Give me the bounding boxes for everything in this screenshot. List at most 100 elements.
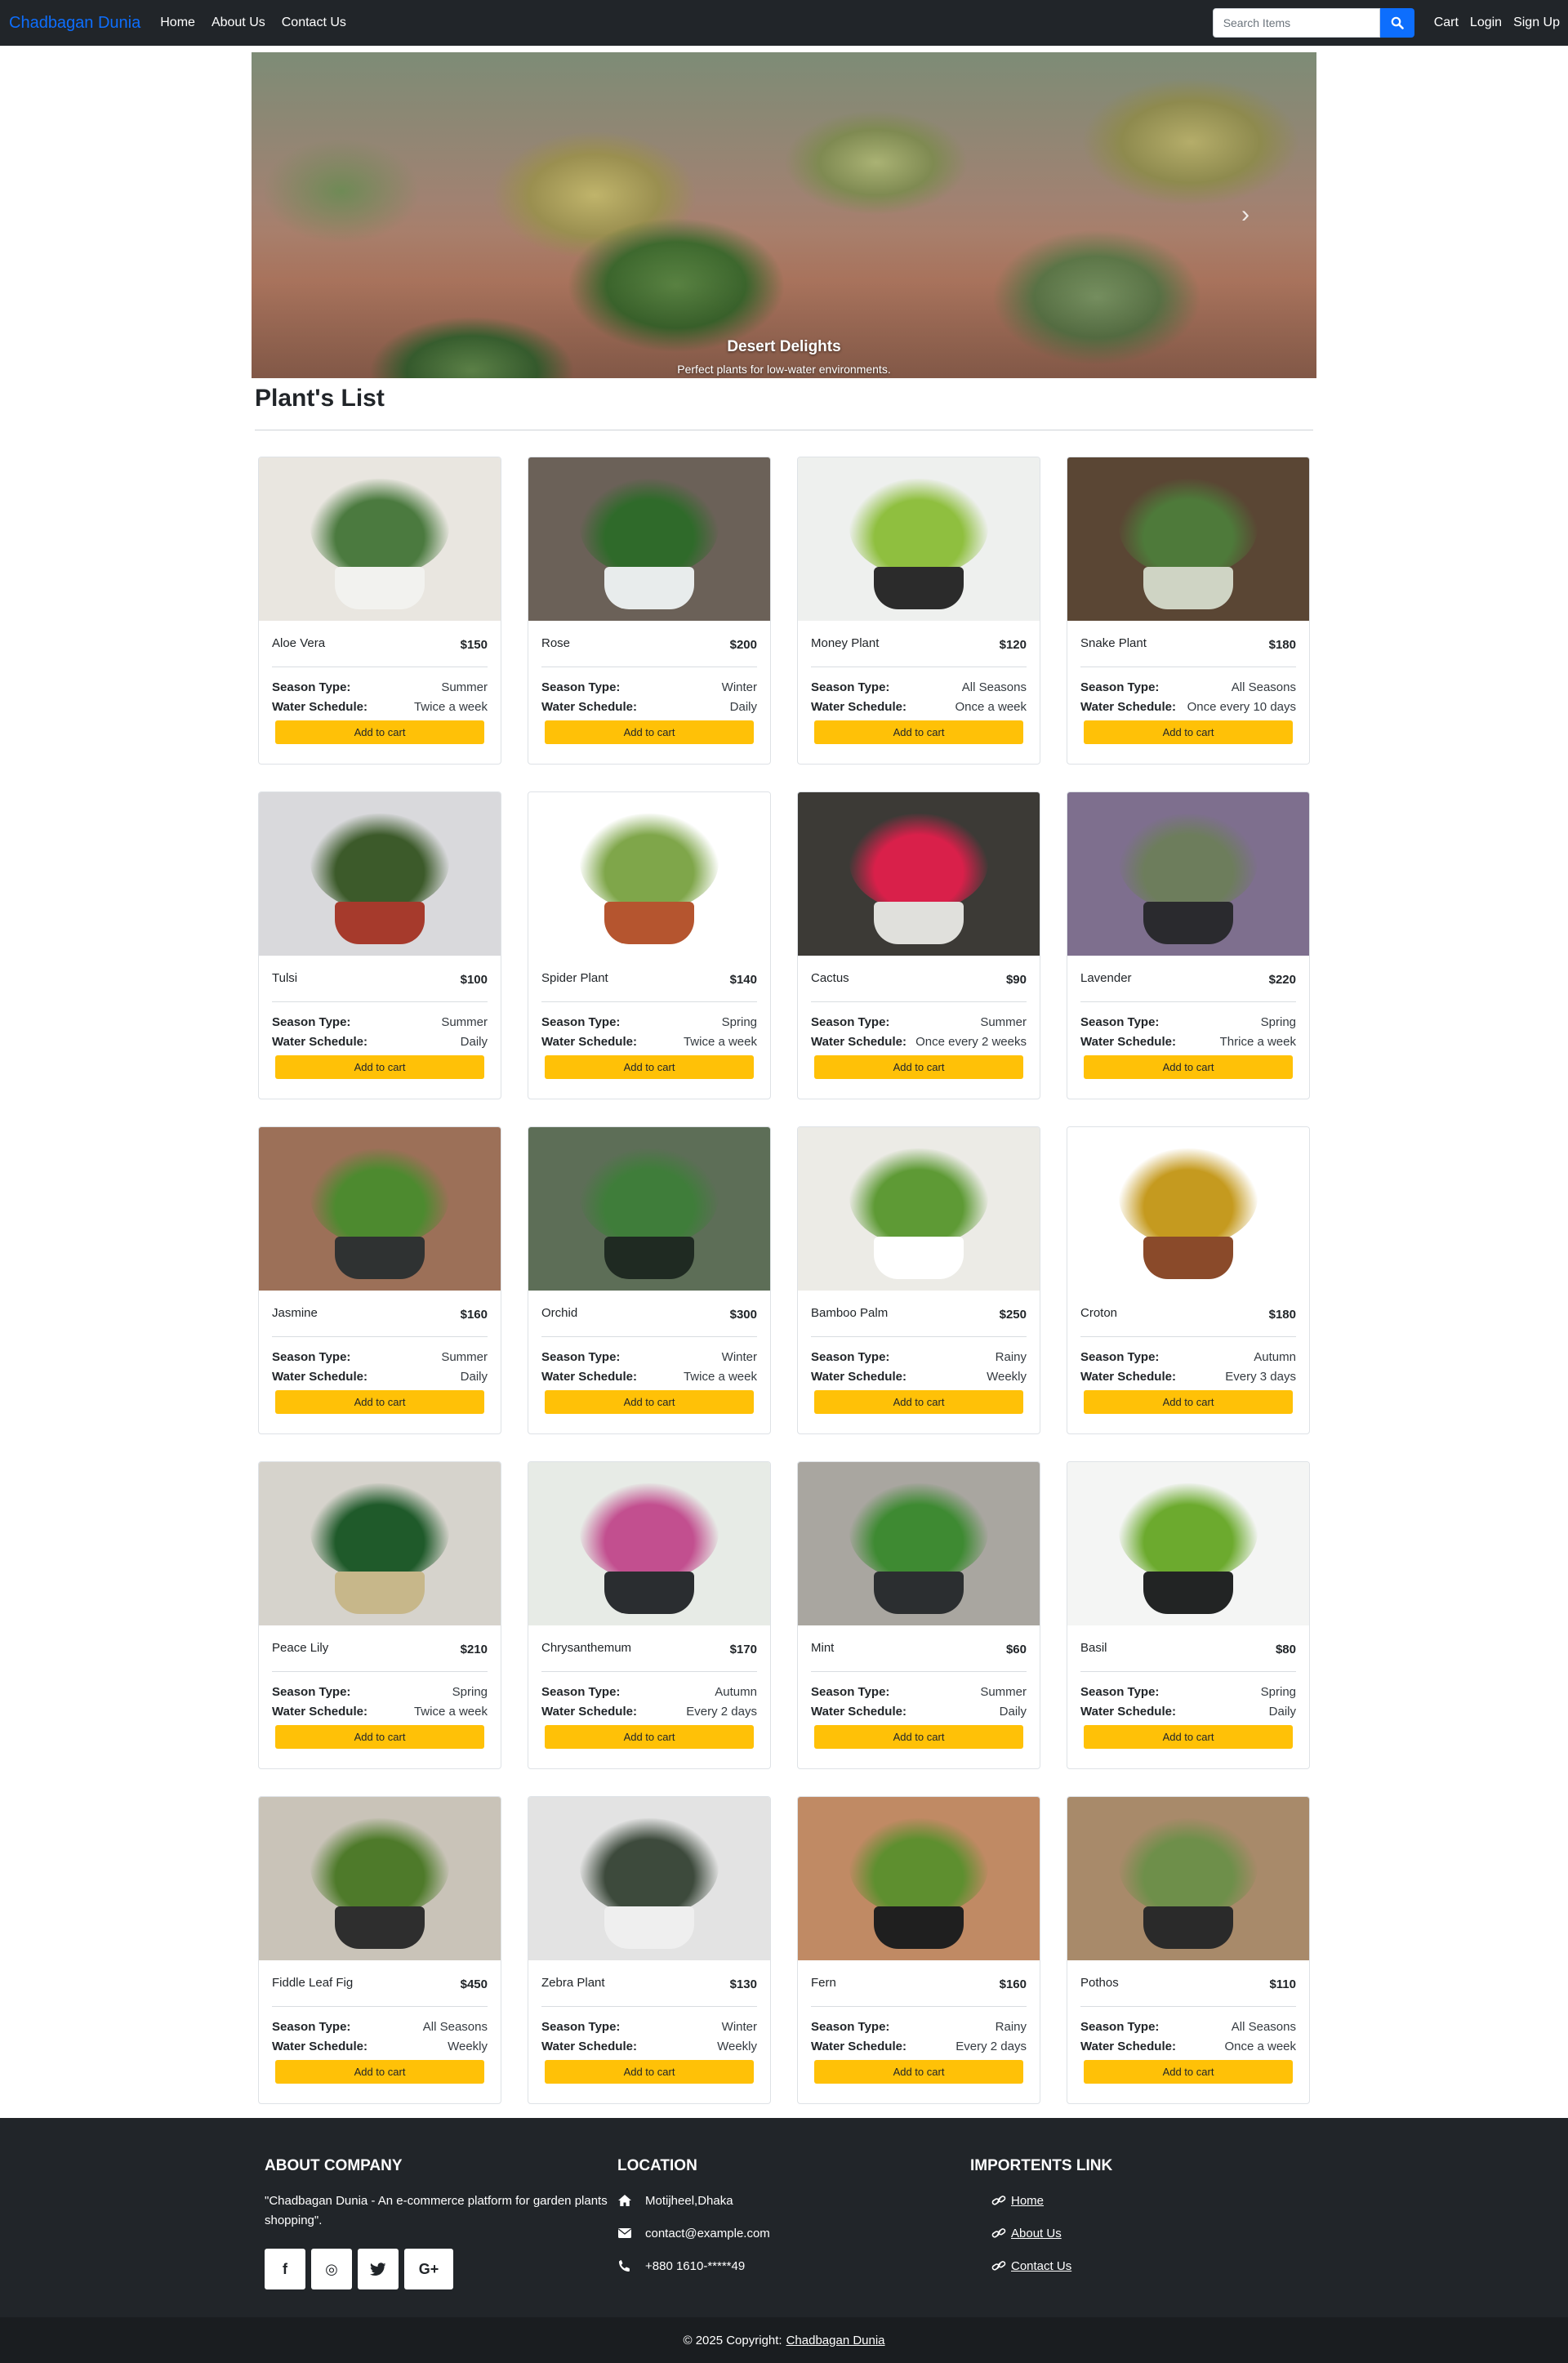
plant-foliage: [580, 1148, 719, 1246]
plant-card-body: Bamboo Palm $250 Season Type: Rainy Water Sc…: [798, 1291, 1040, 1387]
navbar: Chadbagan Dunia Home About Us Contact Us…: [0, 0, 1568, 46]
season-row: Season Type: Rainy: [811, 1348, 1027, 1367]
plant-card-grid: Aloe Vera $150 Season Type: Summer Water Sch…: [258, 457, 1310, 2104]
plant-pot: [874, 1906, 964, 1949]
plant-name: Tulsi: [272, 971, 298, 985]
plant-price: $80: [1275, 1643, 1296, 1656]
add-to-cart-button[interactable]: Add to cart: [275, 1390, 484, 1414]
add-to-cart-button[interactable]: Add to cart: [814, 720, 1023, 744]
add-to-cart-button[interactable]: Add to cart: [814, 1390, 1023, 1414]
plant-title-row: Bamboo Palm $250: [811, 1291, 1027, 1322]
plant-name: Chrysanthemum: [541, 1641, 632, 1655]
add-to-cart-button[interactable]: Add to cart: [275, 1055, 484, 1079]
plant-price: $160: [999, 1977, 1027, 1991]
plant-title-row: Basil $80: [1080, 1625, 1296, 1656]
add-to-cart-button[interactable]: Add to cart: [1084, 1390, 1293, 1414]
footer-about-text: "Chadbagan Dunia - An e-commerce platfor…: [265, 2194, 608, 2227]
add-to-cart-button[interactable]: Add to cart: [814, 1055, 1023, 1079]
plant-foliage: [1119, 1483, 1258, 1581]
add-to-cart-button[interactable]: Add to cart: [545, 1390, 754, 1414]
plant-pot: [874, 902, 964, 944]
add-to-cart-button[interactable]: Add to cart: [814, 1725, 1023, 1749]
plant-pot: [335, 1906, 425, 1949]
nav-link-signup[interactable]: Sign Up: [1513, 16, 1560, 30]
plant-title-row: Tulsi $100: [272, 956, 488, 987]
add-to-cart-button[interactable]: Add to cart: [545, 720, 754, 744]
add-to-cart-button[interactable]: Add to cart: [545, 1055, 754, 1079]
plant-title-row: Mint $60: [811, 1625, 1027, 1656]
plant-title-row: Aloe Vera $150: [272, 621, 488, 652]
twitter-icon[interactable]: [358, 2249, 399, 2289]
plant-name: Orchid: [541, 1306, 578, 1320]
footer-link-about-anchor[interactable]: About Us: [1011, 2227, 1062, 2240]
add-to-cart-button[interactable]: Add to cart: [814, 2060, 1023, 2084]
water-row: Water Schedule: Daily: [272, 1367, 488, 1387]
add-to-cart-button[interactable]: Add to cart: [1084, 1055, 1293, 1079]
plant-foliage: [1119, 1148, 1258, 1246]
plant-card-body: Croton $180 Season Type: Autumn Water Schedu…: [1067, 1291, 1309, 1387]
nav-link-home[interactable]: Home: [160, 16, 195, 30]
plant-name: Fiddle Leaf Fig: [272, 1976, 354, 1990]
plant-image: [259, 792, 501, 956]
nav-link-login[interactable]: Login: [1470, 16, 1502, 30]
plant-price: $120: [999, 638, 1027, 652]
water-row: Water Schedule: Once every 10 days: [1080, 698, 1296, 717]
google-plus-icon[interactable]: G+: [404, 2249, 453, 2289]
plant-pot: [1143, 1237, 1233, 1279]
plant-image: [259, 1462, 501, 1625]
plant-card-body: Money Plant $120 Season Type: All Seasons Wa…: [798, 621, 1040, 717]
phone-icon: [619, 2260, 630, 2272]
plant-card-body: Orchid $300 Season Type: Winter Water Schedu…: [528, 1291, 770, 1387]
copyright-link[interactable]: Chadbagan Dunia: [786, 2334, 885, 2347]
carousel-next-icon[interactable]: ›: [1241, 201, 1250, 229]
season-row: Season Type: All Seasons: [811, 678, 1027, 698]
plant-image: [259, 1127, 501, 1291]
add-to-cart-button[interactable]: Add to cart: [1084, 720, 1293, 744]
water-value: Twice a week: [413, 700, 488, 714]
dribbble-icon[interactable]: ◎: [311, 2249, 352, 2289]
search-button[interactable]: [1379, 8, 1414, 38]
footer-link-contact-anchor[interactable]: Contact Us: [1011, 2259, 1071, 2273]
season-label: Season Type:: [541, 680, 621, 694]
search-input[interactable]: [1212, 8, 1380, 38]
add-to-cart-button[interactable]: Add to cart: [545, 1725, 754, 1749]
plant-name: Money Plant: [811, 636, 880, 650]
season-value: Summer: [980, 1015, 1027, 1029]
nav-link-about[interactable]: About Us: [212, 16, 265, 30]
season-value: Spring: [1260, 1015, 1296, 1029]
plant-card-body: Spider Plant $140 Season Type: Spring Water …: [528, 956, 770, 1052]
water-label: Water Schedule:: [541, 1370, 637, 1384]
footer-link-home: Home: [970, 2191, 1112, 2209]
footer-link-home-anchor[interactable]: Home: [1011, 2194, 1044, 2208]
plant-pot: [1143, 567, 1233, 609]
nav-link-contact[interactable]: Contact Us: [282, 16, 346, 30]
footer-links-title: IMPORTENTS LINK: [970, 2157, 1113, 2174]
water-label: Water Schedule:: [811, 2040, 906, 2053]
footer-location-title: LOCATION: [617, 2157, 697, 2174]
plant-image: [798, 792, 1040, 956]
season-row: Season Type: Autumn: [541, 1683, 757, 1702]
add-to-cart-button[interactable]: Add to cart: [1084, 1725, 1293, 1749]
facebook-icon[interactable]: f: [265, 2249, 305, 2289]
season-row: Season Type: Autumn: [1080, 1348, 1296, 1367]
water-label: Water Schedule:: [541, 1705, 637, 1719]
card-divider: [541, 1336, 757, 1337]
footer-address-text: Motijheel,Dhaka: [645, 2193, 733, 2208]
plant-name: Spider Plant: [541, 971, 608, 985]
water-value: Twice a week: [683, 1370, 757, 1384]
plant-card-body: Rose $200 Season Type: Winter Water Schedule…: [528, 621, 770, 717]
add-to-cart-button[interactable]: Add to cart: [275, 1725, 484, 1749]
nav-link-cart[interactable]: Cart: [1434, 16, 1459, 30]
add-to-cart-button[interactable]: Add to cart: [1084, 2060, 1293, 2084]
plant-price: $180: [1268, 1308, 1296, 1322]
water-value: Once every 10 days: [1187, 700, 1296, 714]
add-to-cart-button[interactable]: Add to cart: [275, 720, 484, 744]
add-to-cart-button[interactable]: Add to cart: [545, 2060, 754, 2084]
season-row: Season Type: All Seasons: [1080, 2017, 1296, 2037]
water-label: Water Schedule:: [1080, 1370, 1176, 1384]
plant-name: Lavender: [1080, 971, 1132, 985]
plant-card-body: Mint $60 Season Type: Summer Water Schedule:…: [798, 1625, 1040, 1722]
water-row: Water Schedule: Daily: [272, 1032, 488, 1052]
add-to-cart-button[interactable]: Add to cart: [275, 2060, 484, 2084]
brand-link[interactable]: Chadbagan Dunia: [9, 14, 140, 33]
